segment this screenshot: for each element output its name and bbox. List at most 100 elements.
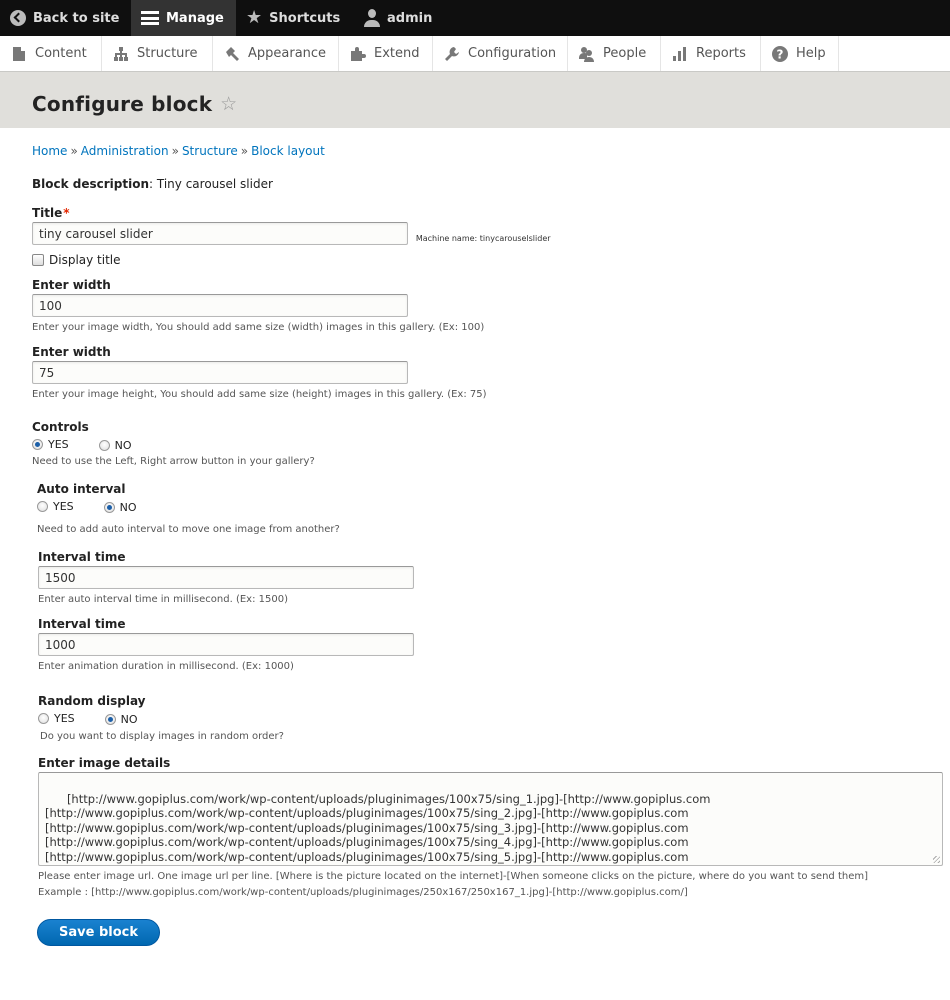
tray-item-people[interactable]: People xyxy=(568,36,661,71)
controls-no-radio[interactable] xyxy=(98,440,110,451)
auto-interval-no-radio[interactable] xyxy=(103,502,115,513)
manage-label: Manage xyxy=(166,10,224,26)
height-label: Enter width xyxy=(32,345,111,359)
people-icon xyxy=(579,46,595,62)
interval-time-field: Interval time Enter auto interval time i… xyxy=(32,550,950,605)
controls-no-option[interactable]: NO xyxy=(98,439,132,452)
resize-grip[interactable] xyxy=(933,856,940,863)
animation-duration-description: Enter animation duration in millisecond.… xyxy=(38,661,294,672)
radio-label: NO xyxy=(119,501,137,514)
user-label: admin xyxy=(387,10,433,26)
tray-item-label: Reports xyxy=(696,46,746,61)
tray-item-help[interactable]: ? Help xyxy=(761,36,839,71)
breadcrumb-separator: » xyxy=(171,144,179,158)
radio-label: YES xyxy=(53,500,74,513)
random-display-label: Random display xyxy=(38,694,146,708)
animation-duration-input[interactable] xyxy=(38,633,414,656)
width-label: Enter width xyxy=(32,278,111,292)
breadcrumb-home[interactable]: Home xyxy=(32,144,67,158)
random-display-description: Do you want to display images in random … xyxy=(40,731,284,742)
radio-label: NO xyxy=(120,713,138,726)
back-to-site-label: Back to site xyxy=(33,10,120,26)
display-title-checkbox[interactable] xyxy=(32,254,44,266)
svg-text:?: ? xyxy=(777,47,784,61)
image-details-textarea[interactable]: [http://www.gopiplus.com/work/wp-content… xyxy=(38,772,943,866)
breadcrumb-structure[interactable]: Structure xyxy=(182,144,238,158)
user-tab[interactable]: admin xyxy=(354,0,442,36)
animation-duration-field: Interval time Enter animation duration i… xyxy=(32,617,950,672)
interval-time-input[interactable] xyxy=(38,566,414,589)
auto-interval-no-option[interactable]: NO xyxy=(103,501,137,514)
height-description: Enter your image height, You should add … xyxy=(32,389,487,400)
breadcrumb-separator: » xyxy=(240,144,249,158)
breadcrumb-block-layout[interactable]: Block layout xyxy=(251,144,325,158)
width-field: Enter width Enter your image width, You … xyxy=(32,278,950,333)
tray-item-label: People xyxy=(603,46,647,61)
image-details-label: Enter image details xyxy=(38,756,171,770)
tray-item-label: Extend xyxy=(374,46,420,61)
tray-item-configuration[interactable]: Configuration xyxy=(433,36,568,71)
controls-yes-option[interactable]: YES xyxy=(32,438,69,451)
user-icon xyxy=(364,9,380,27)
breadcrumb: Home» Administration» Structure» Block layo… xyxy=(32,144,950,158)
controls-yes-radio[interactable] xyxy=(32,439,43,450)
random-display-field: Random display YES NO Do you want to dis… xyxy=(32,694,950,742)
tray-item-reports[interactable]: Reports xyxy=(661,36,761,71)
title-field: Title* Machine name: tinycarouselslider xyxy=(32,206,950,245)
width-input[interactable] xyxy=(32,294,408,317)
tray-item-appearance[interactable]: Appearance xyxy=(213,36,339,71)
back-to-site-link[interactable]: Back to site xyxy=(0,0,131,36)
height-input[interactable] xyxy=(32,361,408,384)
title-label: Title* xyxy=(32,206,70,220)
image-details-field: Enter image details [http://www.gopiplus… xyxy=(32,756,950,898)
auto-interval-description: Need to add auto interval to move one im… xyxy=(37,524,340,535)
controls-field: Controls YES NO Need to use the Left, Ri… xyxy=(32,420,950,467)
tray-item-label: Structure xyxy=(137,46,198,61)
display-title-row: Display title xyxy=(32,253,950,267)
animation-duration-label: Interval time xyxy=(38,617,126,631)
title-label-text: Title xyxy=(32,206,63,220)
controls-label: Controls xyxy=(32,420,89,434)
block-description-label: Block description xyxy=(32,177,150,191)
width-description: Enter your image width, You should add s… xyxy=(32,322,485,333)
block-description-value: : Tiny carousel slider xyxy=(149,177,273,191)
manage-tab[interactable]: Manage xyxy=(131,0,236,36)
tray-item-extend[interactable]: Extend xyxy=(339,36,433,71)
shortcut-star-icon[interactable]: ☆ xyxy=(220,93,237,115)
height-field: Enter width Enter your image height, You… xyxy=(32,345,950,400)
auto-interval-yes-option[interactable]: YES xyxy=(37,500,74,513)
auto-interval-label: Auto interval xyxy=(37,482,126,496)
block-description: Block description: Tiny carousel slider xyxy=(32,177,950,191)
admin-tray: Content Structure Appearance Extend Conf… xyxy=(0,36,950,72)
back-arrow-icon xyxy=(10,10,26,26)
content-icon xyxy=(11,46,27,62)
menu-icon xyxy=(141,11,159,25)
breadcrumb-administration[interactable]: Administration xyxy=(81,144,169,158)
tray-item-label: Appearance xyxy=(248,46,327,61)
radio-label: YES xyxy=(54,712,75,725)
page-title: Configure block xyxy=(32,92,213,116)
random-no-option[interactable]: NO xyxy=(104,713,138,726)
random-no-radio[interactable] xyxy=(104,714,116,725)
machine-name: Machine name: tinycarouselslider xyxy=(415,233,551,243)
page-header: Configure block ☆ xyxy=(0,72,950,128)
interval-time-label: Interval time xyxy=(38,550,126,564)
save-block-button[interactable]: Save block xyxy=(37,919,160,946)
extend-icon xyxy=(350,46,366,62)
auto-interval-yes-radio[interactable] xyxy=(37,501,48,512)
title-input[interactable] xyxy=(32,222,408,245)
tray-item-label: Configuration xyxy=(468,46,557,61)
radio-label: YES xyxy=(48,438,69,451)
image-details-example: Example : [http://www.gopiplus.com/work/… xyxy=(38,887,688,898)
random-yes-option[interactable]: YES xyxy=(38,712,75,725)
wrench-icon xyxy=(444,46,460,62)
shortcuts-tab[interactable]: ★ Shortcuts xyxy=(236,0,354,36)
tray-item-content[interactable]: Content xyxy=(0,36,102,71)
required-marker: * xyxy=(63,206,70,220)
image-details-description: Please enter image url. One image url pe… xyxy=(38,871,868,882)
interval-time-description: Enter auto interval time in millisecond.… xyxy=(38,594,288,605)
random-yes-radio[interactable] xyxy=(38,713,49,724)
appearance-icon xyxy=(224,46,240,62)
tray-item-structure[interactable]: Structure xyxy=(102,36,213,71)
tray-item-label: Content xyxy=(35,46,87,61)
